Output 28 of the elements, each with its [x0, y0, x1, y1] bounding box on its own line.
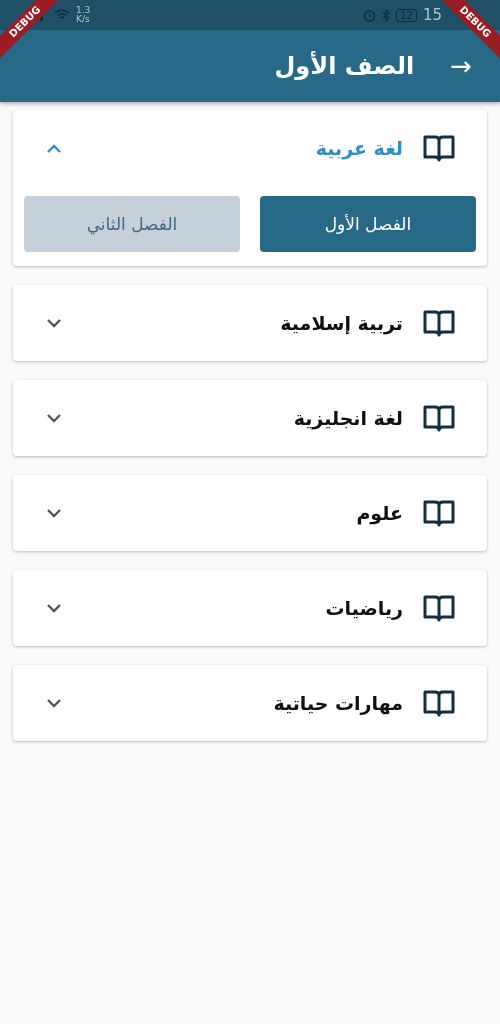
network-unit: K/s — [76, 15, 91, 24]
network-speed: 1.3 — [76, 6, 91, 15]
bluetooth-icon — [382, 8, 391, 22]
book-icon — [423, 404, 455, 432]
chevron-down-icon[interactable] — [45, 507, 63, 519]
subject-name[interactable]: مهارات حياتية — [83, 692, 403, 714]
book-icon — [423, 594, 455, 622]
alarm-icon — [363, 8, 377, 22]
book-icon — [423, 499, 455, 527]
chevron-down-icon[interactable] — [45, 412, 63, 424]
subject-name[interactable]: لغة انجليزية — [83, 407, 403, 429]
semester-button[interactable]: الفصل الأول — [260, 196, 476, 252]
book-icon — [423, 309, 455, 337]
book-icon — [423, 134, 455, 162]
subject-name[interactable]: تربية إسلامية — [83, 312, 403, 334]
wifi-icon — [54, 9, 70, 21]
semester-button[interactable]: الفصل الثاني — [24, 196, 240, 252]
chevron-down-icon[interactable] — [45, 697, 63, 709]
chevron-down-icon[interactable] — [45, 602, 63, 614]
page-title: الصف الأول — [274, 52, 415, 80]
subject-name[interactable]: لغة عربية — [83, 137, 403, 159]
book-icon — [423, 689, 455, 717]
back-button[interactable]: → — [450, 51, 472, 81]
chevron-up-icon[interactable] — [45, 142, 63, 154]
chevron-down-icon[interactable] — [45, 317, 63, 329]
clock-time: 15 — [422, 6, 442, 24]
subject-name[interactable]: رياضيات — [83, 597, 403, 619]
subject-name[interactable]: علوم — [83, 502, 403, 524]
